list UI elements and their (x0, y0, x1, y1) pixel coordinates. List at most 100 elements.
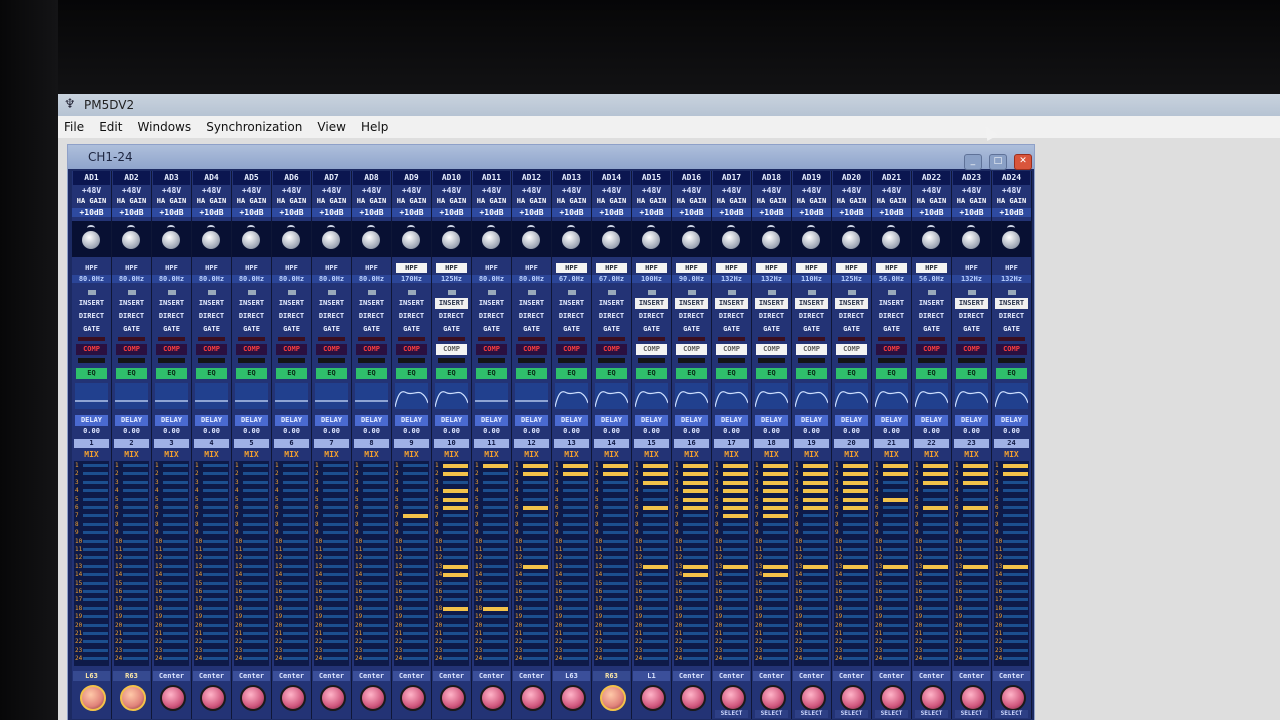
bus-send[interactable] (1003, 581, 1028, 585)
bus-send[interactable] (363, 632, 388, 635)
insert-button[interactable]: INSERT (155, 298, 188, 309)
bus-send[interactable] (283, 606, 308, 610)
bus-send[interactable] (603, 632, 628, 635)
bus-send[interactable] (763, 598, 788, 602)
comp-button[interactable]: COMP (316, 344, 347, 355)
bus-send[interactable] (843, 632, 868, 635)
bus-send[interactable] (203, 606, 228, 610)
bus-send[interactable] (923, 598, 948, 602)
bus-send[interactable] (923, 539, 948, 543)
comp-button[interactable]: COMP (236, 344, 267, 355)
pan-knob[interactable] (440, 685, 466, 711)
bus-send[interactable] (243, 598, 268, 602)
gain-knob[interactable] (82, 231, 100, 249)
pan-knob[interactable] (360, 685, 386, 711)
bus-send[interactable] (723, 514, 748, 519)
bus-send[interactable] (323, 606, 348, 610)
comp-button[interactable]: COMP (916, 344, 947, 355)
bus-send[interactable] (1003, 531, 1028, 535)
bus-send[interactable] (843, 623, 868, 627)
channel-name[interactable]: AD18 (753, 171, 790, 185)
eq-curve[interactable] (835, 383, 868, 409)
bus-send[interactable] (603, 506, 628, 509)
bus-send[interactable] (563, 489, 588, 493)
eq-button[interactable]: EQ (276, 368, 307, 379)
pan-knob[interactable] (120, 685, 146, 711)
bus-send[interactable] (963, 497, 988, 501)
bus-send[interactable] (883, 632, 908, 635)
bus-send[interactable] (83, 623, 108, 627)
bus-send[interactable] (443, 640, 468, 644)
eq-curve[interactable] (355, 383, 388, 409)
bus-send[interactable] (763, 615, 788, 619)
bus-send[interactable] (163, 514, 188, 518)
bus-send[interactable] (83, 464, 108, 467)
bus-send[interactable] (803, 489, 828, 494)
bus-send[interactable] (163, 632, 188, 635)
channel-name[interactable]: AD5 (233, 171, 270, 185)
bus-send[interactable] (83, 632, 108, 635)
hpf-frequency[interactable]: 80.0Hz (312, 275, 351, 283)
pan-knob[interactable] (520, 685, 546, 711)
bus-send[interactable] (443, 548, 468, 551)
bus-send[interactable] (883, 623, 908, 627)
bus-send[interactable] (563, 648, 588, 652)
select-button[interactable]: SELECT (755, 710, 788, 718)
bus-send[interactable] (643, 573, 668, 577)
hpf-frequency[interactable]: 56.0Hz (912, 275, 951, 283)
bus-send[interactable] (323, 657, 348, 661)
bus-send[interactable] (323, 640, 348, 644)
phantom-power-button[interactable]: +48V (952, 186, 991, 195)
bus-send[interactable] (563, 472, 588, 477)
bus-send[interactable] (803, 598, 828, 602)
phantom-power-button[interactable]: +48V (712, 186, 751, 195)
bus-send[interactable] (83, 606, 108, 610)
hpf-button[interactable]: HPF (636, 263, 667, 273)
bus-send[interactable] (243, 556, 268, 560)
phantom-power-button[interactable]: +48V (72, 186, 111, 195)
bus-send[interactable] (483, 573, 508, 577)
bus-send[interactable] (683, 606, 708, 610)
bus-send[interactable] (763, 590, 788, 593)
delay-button[interactable]: DELAY (795, 415, 828, 426)
bus-send[interactable] (203, 548, 228, 551)
bus-send[interactable] (803, 539, 828, 543)
gain-knob[interactable] (402, 231, 420, 249)
bus-send[interactable] (923, 590, 948, 593)
bus-send[interactable] (323, 615, 348, 619)
pan-knob[interactable] (400, 685, 426, 711)
bus-send[interactable] (403, 480, 428, 484)
bus-send[interactable] (963, 564, 988, 569)
bus-send[interactable] (963, 573, 988, 577)
hpf-frequency[interactable]: 132Hz (992, 275, 1031, 283)
phantom-power-button[interactable]: +48V (672, 186, 711, 195)
bus-send[interactable] (523, 556, 548, 560)
bus-send[interactable] (483, 548, 508, 551)
bus-send[interactable] (963, 623, 988, 627)
bus-send[interactable] (883, 522, 908, 526)
close-icon[interactable]: ✕ (1014, 154, 1032, 170)
bus-send[interactable] (323, 539, 348, 543)
bus-send[interactable] (923, 623, 948, 627)
bus-send[interactable] (283, 472, 308, 476)
bus-send[interactable] (283, 489, 308, 493)
bus-send[interactable] (163, 564, 188, 568)
delay-button[interactable]: DELAY (355, 415, 388, 426)
bus-send[interactable] (883, 506, 908, 509)
gate-button[interactable]: GATE (875, 324, 908, 335)
bus-send[interactable] (363, 606, 388, 610)
hpf-frequency[interactable]: 80.0Hz (352, 275, 391, 283)
comp-button[interactable]: COMP (756, 344, 787, 355)
bus-send[interactable] (443, 531, 468, 535)
bus-send[interactable] (923, 480, 948, 485)
eq-button[interactable]: EQ (636, 368, 667, 379)
eq-button[interactable]: EQ (436, 368, 467, 379)
bus-send[interactable] (563, 556, 588, 560)
bus-send[interactable] (843, 539, 868, 543)
bus-send[interactable] (923, 489, 948, 493)
bus-send[interactable] (403, 581, 428, 585)
bus-send[interactable] (203, 598, 228, 602)
insert-button[interactable]: INSERT (675, 298, 708, 309)
gate-button[interactable]: GATE (195, 324, 228, 335)
bus-send[interactable] (723, 581, 748, 585)
